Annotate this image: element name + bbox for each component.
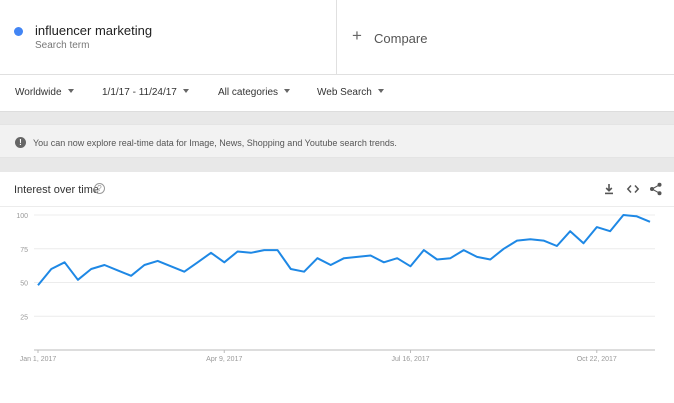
compare-button[interactable]: + Compare xyxy=(337,0,674,74)
share-icon[interactable] xyxy=(649,182,663,196)
filter-bar: Worldwide 1/1/17 - 11/24/17 All categori… xyxy=(0,75,674,112)
date-range-label: 1/1/17 - 11/24/17 xyxy=(102,87,177,98)
search-term-name[interactable]: influencer marketing xyxy=(35,23,152,38)
x-tick-label: Oct 22, 2017 xyxy=(577,356,617,363)
x-tick-label: Jul 16, 2017 xyxy=(391,356,429,363)
x-tick-label: Apr 9, 2017 xyxy=(206,356,242,363)
search-term-header: influencer marketing Search term + Compa… xyxy=(0,0,674,75)
y-tick-label: 75 xyxy=(20,247,28,254)
embed-code-icon[interactable] xyxy=(626,182,640,196)
card-title: Interest over time xyxy=(14,184,99,196)
section-separator xyxy=(0,158,674,172)
download-icon[interactable] xyxy=(602,182,616,196)
compare-label: Compare xyxy=(374,31,428,46)
y-tick-label: 50 xyxy=(20,281,28,288)
x-tick-label: Jan 1, 2017 xyxy=(20,356,57,363)
date-range-dropdown[interactable]: 1/1/17 - 11/24/17 xyxy=(102,87,189,98)
notice-text: You can now explore real-time data for I… xyxy=(33,138,397,148)
dropdown-arrow-icon xyxy=(67,89,74,94)
section-separator xyxy=(0,112,674,124)
category-label: All categories xyxy=(218,87,279,98)
region-label: Worldwide xyxy=(15,87,62,98)
search-term-subtitle: Search term xyxy=(35,40,90,51)
search-type-dropdown[interactable]: Web Search xyxy=(317,87,384,98)
dropdown-arrow-icon xyxy=(377,89,384,94)
interest-line-chart: 25 50 75 100 Jan 1, 2017 Apr 9, 2017 Jul 16, 2… xyxy=(16,213,655,363)
dropdown-arrow-icon xyxy=(182,89,189,94)
category-dropdown[interactable]: All categories xyxy=(218,87,291,98)
series-line xyxy=(37,214,651,286)
notice-banner: ! You can now explore real-time data for… xyxy=(0,124,674,158)
y-tick-label: 25 xyxy=(20,314,28,321)
search-type-label: Web Search xyxy=(317,87,372,98)
series-color-dot xyxy=(14,27,23,36)
plus-icon: + xyxy=(352,26,362,45)
region-dropdown[interactable]: Worldwide xyxy=(15,87,74,98)
question-icon[interactable]: ? xyxy=(94,183,105,194)
exclamation-icon: ! xyxy=(15,137,26,148)
dropdown-arrow-icon xyxy=(284,89,291,94)
interest-over-time-card: Interest over time ? 25 50 75 100 Jan 1, 201… xyxy=(0,172,674,403)
search-term-card[interactable]: influencer marketing Search term xyxy=(0,0,337,74)
y-tick-label: 100 xyxy=(16,213,28,220)
